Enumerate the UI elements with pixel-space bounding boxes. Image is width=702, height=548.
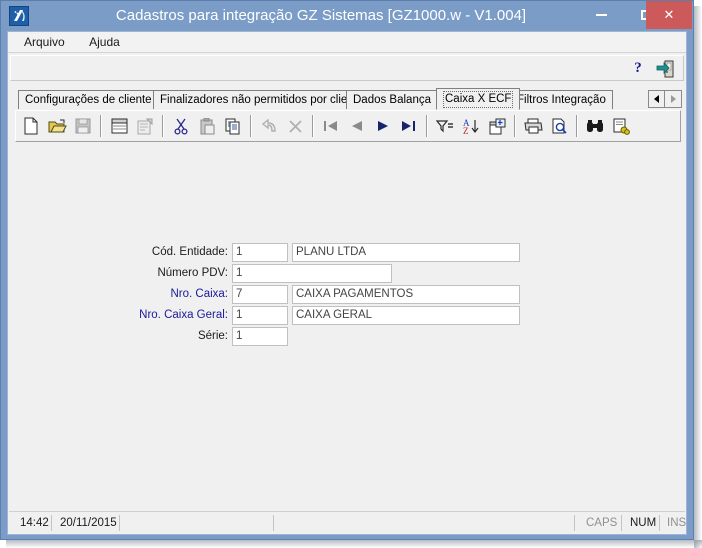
advanced-search-icon[interactable] (608, 113, 634, 139)
find-binoculars-icon[interactable] (582, 113, 608, 139)
nav-first-icon (318, 113, 344, 139)
menu-item-ajuda[interactable]: Ajuda (79, 32, 130, 52)
form-view-icon[interactable] (106, 113, 132, 139)
field-label-cod-entidade: Cód. Entidade: (151, 246, 228, 258)
help-toolbar: ? (10, 55, 684, 81)
tab-filtros-integracao[interactable]: Filtros Integração (510, 90, 613, 109)
status-caps-indicator: CAPS (586, 517, 618, 529)
close-icon: ✕ (663, 7, 675, 22)
main-toolbar: AZ (15, 110, 681, 142)
toolbar-separator (100, 115, 102, 137)
new-icon[interactable] (18, 113, 44, 139)
delete-x-icon (282, 113, 308, 139)
undo-arrow-icon (256, 113, 282, 139)
status-time: 14:42 (20, 517, 49, 529)
tab-label: Caixa X ECF (443, 91, 514, 108)
input-nro-caixa-code[interactable]: 7 (232, 285, 288, 304)
input-cod-entidade-code[interactable]: 1 (232, 243, 288, 262)
status-message (125, 514, 273, 532)
toolbar-separator (312, 115, 314, 137)
menu-bar: Arquivo Ajuda (8, 32, 686, 53)
minimize-button[interactable] (579, 1, 624, 29)
window-shadow-bottom (6, 540, 702, 548)
status-num-indicator: NUM (630, 517, 657, 529)
close-button[interactable]: ✕ (646, 1, 692, 29)
exit-door-icon[interactable] (656, 60, 675, 78)
menu-item-arquivo[interactable]: Arquivo (14, 32, 75, 52)
input-serie[interactable]: 1 (232, 327, 288, 346)
field-label-nro-caixa-geral: Nro. Caixa Geral: (139, 309, 228, 321)
print-preview-icon[interactable] (546, 113, 572, 139)
status-bar: 14:42 20/11/2015 CAPS NUM INS (9, 511, 686, 533)
input-numero-pdv[interactable]: 1 (232, 264, 392, 283)
tab-label: Dados Balança (353, 94, 431, 106)
tab-dados-balanca[interactable]: Dados Balança (346, 90, 438, 109)
tab-label: Finalizadores não permitidos por cliente (160, 94, 364, 106)
paste-clipboard-icon (194, 113, 220, 139)
status-separator (659, 515, 660, 531)
tab-label: Filtros Integração (517, 94, 606, 106)
client-area: Arquivo Ajuda ? Configurações de cliente… (7, 31, 687, 535)
application-window: Cadastros para integração GZ Sistemas [G… (0, 0, 694, 540)
status-separator (119, 515, 120, 531)
cut-scissors-icon[interactable] (168, 113, 194, 139)
input-cod-entidade-description[interactable]: PLANU LTDA (292, 243, 520, 262)
window-title: Cadastros para integração GZ Sistemas [G… (115, 7, 527, 24)
save-disk-icon (70, 113, 96, 139)
toolbar-separator (250, 115, 252, 137)
nav-last-icon[interactable] (396, 113, 422, 139)
input-nro-caixa-geral-description[interactable]: CAIXA GERAL (292, 306, 520, 325)
properties-icon (132, 113, 158, 139)
tab-label: Configurações de cliente (25, 94, 152, 106)
arrow-left-glyph (654, 95, 659, 103)
field-label-nro-caixa: Nro. Caixa: (170, 288, 228, 300)
tab-scroll-controls (648, 90, 682, 108)
tab-finalizadores-nao-permitidos[interactable]: Finalizadores não permitidos por cliente (153, 90, 371, 109)
status-separator (574, 515, 575, 531)
new-window-icon[interactable] (484, 113, 510, 139)
arrow-right-glyph (670, 95, 676, 103)
tab-configuracoes-de-cliente[interactable]: Configurações de cliente (18, 90, 159, 109)
print-icon[interactable] (520, 113, 546, 139)
app-logo-icon (9, 6, 29, 26)
toolbar-separator (576, 115, 578, 137)
input-nro-caixa-geral-code[interactable]: 1 (232, 306, 288, 325)
copy-pages-icon[interactable] (220, 113, 246, 139)
title-bar: Cadastros para integração GZ Sistemas [G… (1, 1, 693, 31)
filter-icon[interactable] (432, 113, 458, 139)
field-label-numero-pdv: Número PDV: (157, 267, 228, 279)
toolbar-separator (514, 115, 516, 137)
status-ins-indicator: INS (667, 517, 687, 529)
open-folder-icon[interactable] (44, 113, 70, 139)
field-label-serie: Série: (197, 330, 228, 342)
scroll-right-icon[interactable] (665, 90, 682, 108)
help-question-icon[interactable]: ? (629, 59, 647, 77)
status-separator (621, 515, 622, 531)
status-separator (51, 515, 52, 531)
toolbar-separator (426, 115, 428, 137)
toolbar-separator (162, 115, 164, 137)
form-panel: Cód. Entidade: 1 PLANU LTDA Número PDV: … (9, 144, 685, 508)
scroll-left-icon[interactable] (648, 90, 665, 108)
tab-caixa-x-ecf[interactable]: Caixa X ECF (436, 88, 521, 110)
input-nro-caixa-description[interactable]: CAIXA PAGAMENTOS (292, 285, 520, 304)
tab-strip: Configurações de cliente Finalizadores n… (12, 88, 682, 110)
nav-next-icon[interactable] (370, 113, 396, 139)
svg-text:Z: Z (463, 126, 469, 135)
nav-prev-icon (344, 113, 370, 139)
status-date: 20/11/2015 (60, 517, 117, 529)
minimize-icon (596, 13, 607, 16)
window-shadow-right (694, 6, 702, 548)
status-separator (273, 515, 274, 531)
sort-az-icon[interactable]: AZ (458, 113, 484, 139)
